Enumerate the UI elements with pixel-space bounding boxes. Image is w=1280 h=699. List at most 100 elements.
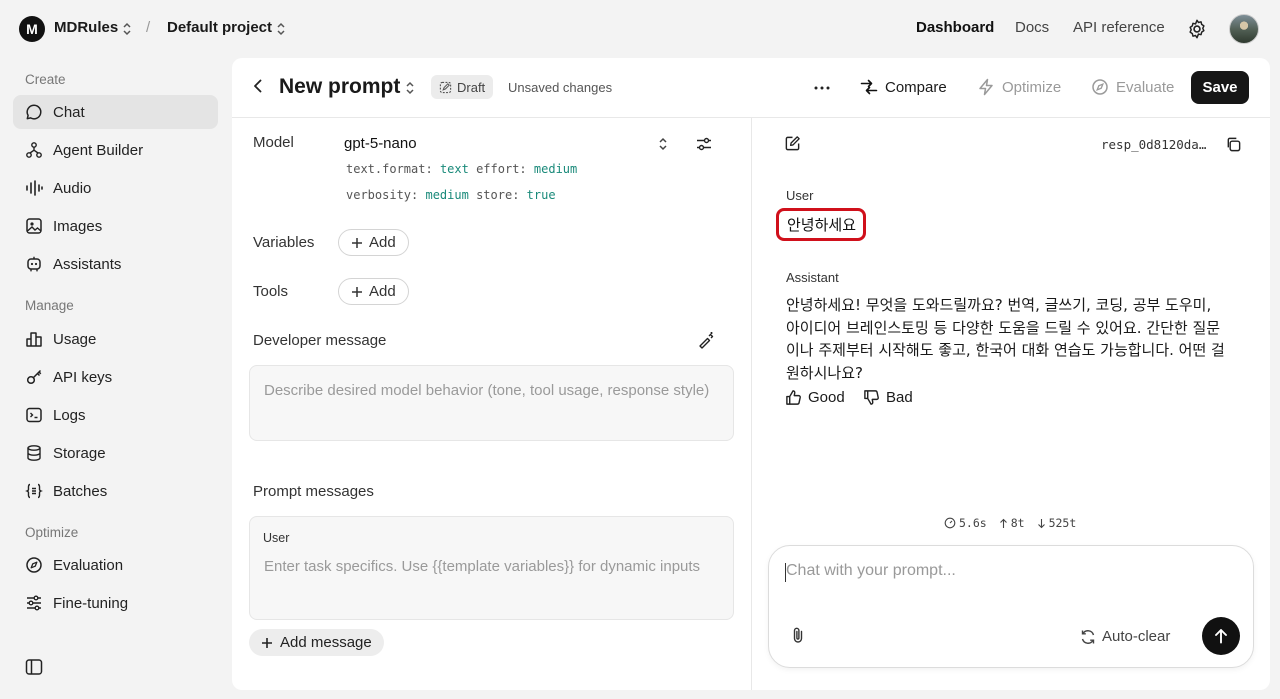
send-arrow-up-icon: [1215, 629, 1227, 644]
back-arrow-icon[interactable]: [250, 78, 266, 94]
save-button[interactable]: Save: [1191, 71, 1249, 104]
model-select[interactable]: gpt-5-nano: [344, 135, 417, 152]
add-label: Add: [369, 234, 396, 251]
draft-badge: Draft: [431, 75, 494, 99]
usage-icon: [26, 332, 42, 347]
model-dropdown-icon[interactable]: [658, 137, 668, 151]
sidebar-heading-create: Create: [25, 72, 66, 87]
compare-icon: [860, 79, 878, 95]
sidebar-item-storage[interactable]: Storage: [13, 436, 218, 470]
paperclip-icon[interactable]: [789, 626, 807, 644]
chat-input[interactable]: Chat with your prompt...: [785, 562, 956, 582]
plus-icon: [352, 237, 362, 248]
prompt-editor-panel: New prompt Draft Unsaved changes Compare…: [232, 58, 1270, 690]
add-variable-button[interactable]: Add: [338, 229, 409, 256]
prompt-message-user[interactable]: User Enter task specifics. Use {{templat…: [249, 516, 734, 620]
project-switcher-icon[interactable]: [276, 22, 286, 36]
model-settings-sliders-icon[interactable]: [695, 135, 713, 153]
sidebar-item-fine-tuning[interactable]: Fine-tuning: [13, 586, 218, 620]
arrow-up-icon: [999, 518, 1007, 528]
draft-label: Draft: [457, 79, 486, 95]
user-message-text: 안녕하세요: [787, 217, 857, 234]
sidebar-item-usage[interactable]: Usage: [13, 322, 218, 356]
model-params-line-1: text.format: text effort: medium: [346, 162, 577, 176]
top-bar: M MDRules / Default project Dashboard Do…: [0, 0, 1280, 58]
param-value: medium: [425, 188, 469, 202]
evaluate-button[interactable]: Evaluate: [1091, 78, 1174, 96]
compare-button[interactable]: Compare: [860, 78, 947, 96]
copy-icon[interactable]: [1225, 136, 1242, 153]
sidebar-item-evaluation[interactable]: Evaluation: [13, 548, 218, 582]
param-value: text: [439, 162, 469, 176]
model-params-line-2: verbosity: medium store: true: [346, 188, 556, 202]
bad-feedback-button[interactable]: Bad: [863, 389, 913, 406]
page-title[interactable]: New prompt: [279, 75, 400, 99]
developer-message-input[interactable]: Describe desired model behavior (tone, t…: [249, 365, 734, 441]
nav-dashboard[interactable]: Dashboard: [916, 19, 994, 36]
prompt-messages-label: Prompt messages: [253, 483, 374, 500]
input-tokens-stat: 8t: [999, 516, 1025, 530]
magic-edit-icon[interactable]: [697, 331, 715, 349]
developer-message-label: Developer message: [253, 332, 387, 349]
evaluation-icon: [26, 557, 42, 573]
project-name[interactable]: Default project: [167, 19, 272, 36]
sidebar-item-batches[interactable]: Batches: [13, 474, 218, 508]
output-tokens-stat: 525t: [1037, 516, 1076, 530]
arrow-down-icon: [1037, 518, 1045, 528]
unsaved-status: Unsaved changes: [508, 80, 613, 95]
good-label: Good: [808, 389, 845, 406]
param-key: verbosity:: [346, 188, 419, 202]
response-stats: 5.6s 8t 525t: [944, 516, 1076, 530]
sidebar-toggle-icon[interactable]: [25, 658, 43, 676]
sidebar-item-audio[interactable]: Audio: [13, 171, 218, 205]
more-options-icon[interactable]: [812, 78, 832, 98]
sidebar-item-label: Logs: [53, 406, 86, 424]
message-role-label: User: [263, 531, 290, 545]
chat-composer: Chat with your prompt... Auto-clear: [768, 545, 1254, 668]
send-button[interactable]: [1202, 617, 1240, 655]
sidebar-item-label: Agent Builder: [53, 141, 144, 159]
batches-icon: [25, 483, 43, 499]
edit-icon[interactable]: [784, 135, 801, 152]
add-message-button[interactable]: Add message: [249, 629, 384, 656]
org-switcher-icon[interactable]: [122, 22, 132, 36]
tools-label: Tools: [253, 283, 289, 300]
assistants-icon: [27, 256, 41, 272]
model-label: Model: [253, 134, 294, 151]
sidebar-item-logs[interactable]: Logs: [13, 398, 218, 432]
add-tool-button[interactable]: Add: [338, 278, 409, 305]
sidebar-item-api-keys[interactable]: API keys: [13, 360, 218, 394]
sidebar-item-label: Assistants: [53, 255, 122, 273]
optimize-label: Optimize: [1002, 78, 1062, 96]
gauge-icon: [944, 517, 956, 529]
sidebar-item-images[interactable]: Images: [13, 209, 218, 243]
settings-gear-icon[interactable]: [1186, 18, 1208, 40]
auto-clear-toggle[interactable]: Auto-clear: [1080, 628, 1170, 645]
sidebar-item-agent-builder[interactable]: Agent Builder: [13, 133, 218, 167]
sidebar-item-label: Evaluation: [53, 556, 124, 574]
param-key: effort:: [476, 162, 527, 176]
org-name[interactable]: MDRules: [54, 19, 118, 36]
good-feedback-button[interactable]: Good: [785, 389, 845, 406]
sidebar-item-assistants[interactable]: Assistants: [13, 247, 218, 281]
assistant-message-text: 안녕하세요! 무엇을 도와드릴까요? 번역, 글쓰기, 코딩, 공부 도우미, …: [786, 296, 1225, 382]
compass-icon: [1092, 79, 1108, 95]
user-avatar[interactable]: [1229, 14, 1259, 44]
nav-docs[interactable]: Docs: [1015, 19, 1049, 36]
prompt-switcher-icon[interactable]: [405, 81, 415, 95]
org-avatar[interactable]: M: [19, 16, 45, 42]
add-label: Add: [369, 283, 396, 300]
lightning-icon: [979, 78, 993, 96]
evaluate-label: Evaluate: [1116, 78, 1175, 96]
add-message-label: Add message: [280, 634, 372, 651]
sidebar-item-label: Storage: [53, 444, 106, 462]
sidebar-item-label: Fine-tuning: [53, 594, 129, 612]
sidebar-heading-optimize: Optimize: [25, 525, 79, 540]
nav-api-reference[interactable]: API reference: [1073, 19, 1165, 36]
sidebar-item-chat[interactable]: Chat: [13, 95, 218, 129]
latency-value: 5.6s: [959, 516, 987, 530]
optimize-button[interactable]: Optimize: [977, 78, 1061, 96]
sidebar-item-label: Images: [53, 217, 103, 235]
latency-stat: 5.6s: [944, 516, 987, 530]
panel-header: New prompt Draft Unsaved changes Compare…: [232, 58, 1270, 118]
